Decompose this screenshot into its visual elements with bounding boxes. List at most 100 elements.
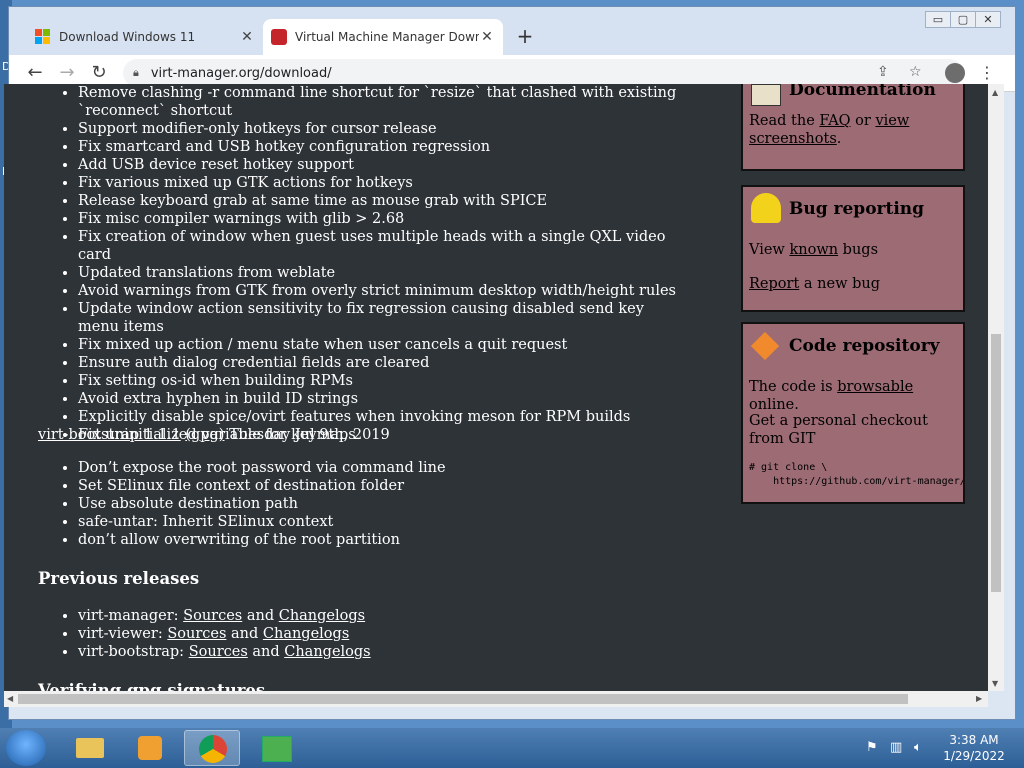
close-window-button[interactable]: ✕ (975, 11, 1001, 28)
documentation-icon (751, 84, 781, 106)
list-item: Updated translations from weblate (78, 264, 678, 282)
installer-taskbar-button[interactable] (248, 730, 304, 766)
close-tab-icon[interactable]: ✕ (239, 29, 255, 45)
scroll-right-icon[interactable]: ▶ (976, 694, 982, 703)
back-button[interactable]: ← (23, 61, 47, 85)
browsable-text: The code is browsable online. (749, 378, 957, 414)
tab-title: Download Windows 11 (59, 30, 196, 44)
taskbar: ⚑ ▥ 🔈︎ 3:38 AM 1/29/2022 (0, 728, 1024, 768)
previous-releases-list: virt-manager: Sources and Changelogs vir… (4, 607, 371, 661)
list-item: Avoid warnings from GTK from overly stri… (78, 282, 678, 300)
system-clock[interactable]: 3:38 AM 1/29/2022 (938, 732, 1010, 764)
git-diamond-icon (750, 331, 780, 361)
code-repository-title: Code repository (789, 336, 940, 356)
release-name: virt-bootstrap: (78, 644, 189, 660)
tab-virt-manager[interactable]: Virtual Machine Manager Downl ✕ (263, 19, 503, 55)
release-notes-list: Don’t expose the root password via comma… (4, 459, 446, 549)
changelog-list: Remove clashing -r command line shortcut… (4, 84, 678, 444)
list-item: Fix misc compiler warnings with glib > 2… (78, 210, 678, 228)
reload-button[interactable]: ↻ (87, 61, 111, 85)
avatar-icon (945, 63, 965, 83)
horizontal-scroll-thumb[interactable] (18, 694, 908, 704)
bug-reporting-box: Bug reporting View known bugs Report a n… (741, 185, 965, 312)
changelogs-link[interactable]: Changelogs (279, 608, 365, 624)
menu-kebab-icon[interactable]: ⋮ (975, 61, 999, 85)
text: or (850, 113, 876, 129)
list-item: Support modifier-only hotkeys for cursor… (78, 120, 678, 138)
virt-bootstrap-link[interactable]: virt-bootstrap 1.1.1 (38, 427, 181, 443)
scroll-left-icon[interactable]: ◀ (7, 694, 13, 703)
profile-button[interactable] (943, 61, 967, 85)
tab-strip: Download Windows 11 ✕ Virtual Machine Ma… (9, 7, 1015, 55)
list-item: Don’t expose the root password via comma… (78, 459, 446, 477)
report-bug-link[interactable]: Report (749, 276, 799, 292)
media-player-taskbar-button[interactable] (122, 730, 178, 766)
changelogs-link[interactable]: Changelogs (263, 626, 349, 642)
list-item: Fix setting os-id when building RPMs (78, 372, 678, 390)
known-bugs-link[interactable]: known (789, 242, 838, 258)
close-tab-icon[interactable]: ✕ (479, 29, 495, 45)
vertical-scroll-thumb[interactable] (991, 334, 1001, 592)
list-item: safe-untar: Inherit SElinux context (78, 513, 446, 531)
horizontal-scrollbar[interactable]: ◀ ▶ (4, 691, 988, 707)
minimize-button[interactable]: ▭ (925, 11, 951, 28)
clock-time: 3:38 AM (949, 733, 999, 747)
scroll-down-icon[interactable]: ▼ (992, 679, 998, 688)
maximize-button[interactable]: ▢ (950, 11, 976, 28)
clock-date: 1/29/2022 (943, 749, 1005, 763)
window-controls: ▭ ▢ ✕ (925, 11, 1001, 28)
text: a new bug (799, 276, 880, 292)
forward-button[interactable]: → (55, 61, 79, 85)
browsable-link[interactable]: browsable (837, 379, 913, 395)
vertical-scrollbar[interactable]: ▲ ▼ (988, 84, 1004, 691)
explorer-taskbar-button[interactable] (62, 730, 118, 766)
page-viewport[interactable]: Remove clashing -r command line shortcut… (4, 84, 988, 691)
action-center-icon[interactable]: ⚑ (866, 740, 878, 755)
report-bug-text: Report a new bug (749, 275, 957, 293)
list-item: Explicitly disable spice/ovirt features … (78, 408, 678, 426)
git-clone-command: # git clone \ https://github.com/virt-ma… (749, 462, 963, 487)
bug-reporting-title: Bug reporting (789, 199, 925, 219)
chrome-taskbar-button[interactable] (184, 730, 240, 766)
new-tab-button[interactable]: + (513, 25, 537, 49)
known-bugs-text: View known bugs (749, 241, 957, 259)
address-bar[interactable]: 🔒︎ ⇪ ☆ (123, 59, 963, 87)
virt-manager-favicon-icon (271, 29, 287, 45)
list-item: Update window action sensitivity to fix … (78, 300, 678, 336)
media-player-icon (138, 736, 162, 760)
previous-releases-heading: Previous releases (38, 569, 200, 588)
list-item: virt-manager: Sources and Changelogs (78, 607, 371, 625)
hard-hat-icon (751, 193, 781, 223)
and-text: and (226, 626, 263, 642)
text: The code is (749, 379, 838, 395)
sources-link[interactable]: Sources (189, 644, 248, 660)
list-item: Fix mixed up action / menu state when us… (78, 336, 678, 354)
volume-icon[interactable]: 🔈︎ (914, 740, 922, 755)
list-item: Fix various mixed up GTK actions for hot… (78, 174, 678, 192)
documentation-title: Documentation (789, 84, 936, 100)
tab-download-windows[interactable]: Download Windows 11 ✕ (27, 19, 263, 55)
text: online. (749, 397, 799, 413)
changelogs-link[interactable]: Changelogs (284, 644, 370, 660)
tab-title: Virtual Machine Manager Downl (295, 30, 479, 44)
url-input[interactable] (148, 64, 793, 82)
scroll-up-icon[interactable]: ▲ (992, 88, 998, 97)
list-item: Release keyboard grab at same time as mo… (78, 192, 678, 210)
sources-link[interactable]: Sources (167, 626, 226, 642)
checkout-text: Get a personal checkout from GIT (749, 413, 928, 447)
share-icon[interactable]: ⇪ (877, 64, 889, 80)
list-item: Add USB device reset hotkey support (78, 156, 678, 174)
gpg-link[interactable]: (gpg) (185, 427, 224, 443)
verifying-signatures-heading: Verifying gpg signatures (38, 681, 266, 691)
network-icon[interactable]: ▥ (890, 740, 902, 755)
lock-icon[interactable]: 🔒︎ (133, 66, 139, 80)
faq-link[interactable]: FAQ (819, 113, 850, 129)
start-button[interactable] (6, 730, 46, 766)
chrome-icon (199, 735, 227, 763)
bookmark-star-icon[interactable]: ☆ (909, 64, 922, 80)
text: Read the (749, 113, 820, 129)
list-item: virt-viewer: Sources and Changelogs (78, 625, 371, 643)
microsoft-logo-icon (35, 29, 51, 45)
sources-link[interactable]: Sources (183, 608, 242, 624)
list-item: Ensure auth dialog credential fields are… (78, 354, 678, 372)
